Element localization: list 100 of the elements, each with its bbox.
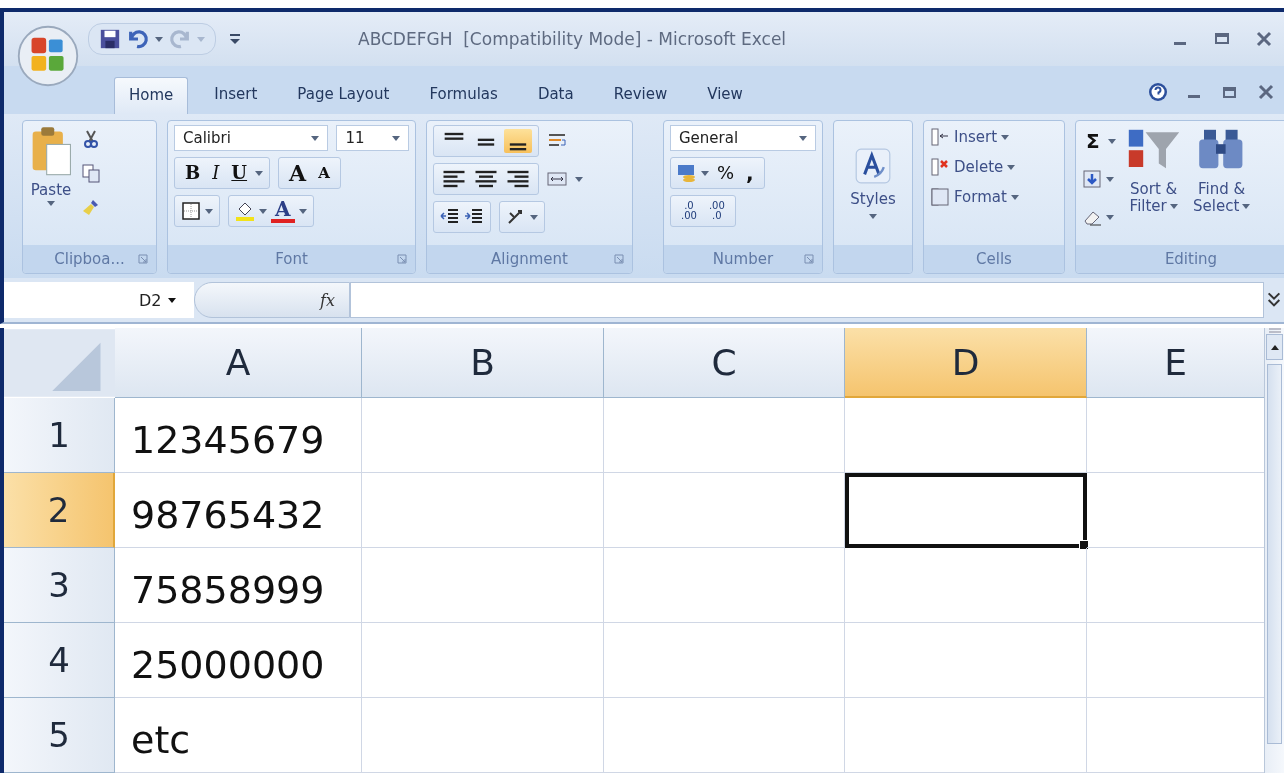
scroll-up-button[interactable] <box>1266 334 1283 360</box>
column-header[interactable]: D <box>845 328 1087 398</box>
group-label: Clipboa... <box>54 250 125 268</box>
split-handle-icon[interactable] <box>1267 328 1282 334</box>
decrease-decimal-button[interactable]: .00 .0 <box>704 201 729 221</box>
row-header[interactable]: 1 <box>4 398 115 473</box>
caret-icon[interactable] <box>1106 214 1114 220</box>
format-cells-icon <box>930 187 950 207</box>
caret-icon <box>47 201 55 206</box>
grow-font-button[interactable]: A <box>285 162 311 184</box>
group-label: Editing <box>1164 250 1218 268</box>
row-header[interactable]: 5 <box>4 698 115 773</box>
font-name-dropdown[interactable]: Calibri <box>174 125 329 151</box>
shrink-font-button[interactable]: A <box>314 165 334 181</box>
vertical-scrollbar[interactable] <box>1264 328 1284 773</box>
insert-function-button[interactable]: fx <box>194 282 350 318</box>
expand-icon[interactable] <box>1267 292 1281 308</box>
font-size-dropdown[interactable]: 11 <box>336 125 409 151</box>
find-select-button[interactable]: Find & Select <box>1191 125 1252 216</box>
cells-button[interactable]: Delete <box>930 157 1058 177</box>
row-header[interactable]: 3 <box>4 548 115 623</box>
caret-icon <box>1007 164 1016 170</box>
italic-button[interactable]: I <box>208 164 224 182</box>
fill-down-icon[interactable] <box>1082 169 1102 189</box>
brush-icon[interactable] <box>81 197 101 217</box>
percent-button[interactable]: % <box>713 164 739 182</box>
window-title: ABCDEFGH [Compatibility Mode] - Microsoft Excel <box>358 29 788 49</box>
table-cell: etc <box>115 698 362 773</box>
undo-icon[interactable] <box>127 28 149 50</box>
table-cell: 75858999 <box>115 548 362 623</box>
column-header[interactable]: C <box>604 328 845 398</box>
caret-icon[interactable] <box>701 170 709 176</box>
caret-icon <box>311 135 320 141</box>
fill-handle[interactable] <box>1079 540 1089 550</box>
caret-icon <box>799 135 807 141</box>
caret-icon <box>392 135 400 141</box>
caret-icon[interactable] <box>1107 138 1116 144</box>
comma-button[interactable]: , <box>742 163 758 183</box>
ribbon-tab[interactable]: Review <box>599 77 682 114</box>
bold-button[interactable]: B <box>181 164 205 182</box>
caret-icon <box>168 297 176 303</box>
column-header[interactable]: B <box>362 328 604 398</box>
group-label: Number <box>712 250 774 268</box>
insert-cells-icon <box>930 127 950 147</box>
caret-icon <box>869 213 877 219</box>
caret-icon[interactable] <box>205 208 213 214</box>
caret-icon <box>1169 204 1178 210</box>
formula-input[interactable] <box>350 282 1264 318</box>
column-header[interactable]: A <box>115 328 362 398</box>
close-icon[interactable] <box>1256 82 1276 102</box>
borders-icon[interactable] <box>181 201 201 221</box>
ribbon-tab[interactable]: Data <box>523 77 588 114</box>
caret-icon <box>1242 204 1251 210</box>
increase-decimal-button[interactable]: .0 .00 <box>677 201 701 221</box>
row-header[interactable]: 2 <box>4 473 115 548</box>
scroll-thumb[interactable] <box>1267 364 1282 744</box>
scissors-icon[interactable] <box>81 129 101 149</box>
caret-icon[interactable] <box>155 36 163 42</box>
group-label: Font <box>275 250 308 268</box>
caret-icon[interactable] <box>575 176 583 182</box>
ribbon-tab[interactable]: Formulas <box>415 77 512 114</box>
table-cell: 25000000 <box>115 623 362 698</box>
paste-button[interactable]: Paste <box>29 125 73 206</box>
caret-icon[interactable] <box>298 208 307 214</box>
arrow-up-icon <box>1270 344 1279 350</box>
underline-button[interactable]: U <box>227 164 252 182</box>
merge-cells-icon[interactable] <box>547 169 567 189</box>
cells-button[interactable]: Insert <box>930 127 1058 147</box>
save-icon[interactable] <box>99 28 121 50</box>
ribbon-tab[interactable]: Insert <box>200 77 272 114</box>
group-label: Alignment <box>491 250 568 268</box>
align-bottom-icon[interactable] <box>504 129 532 153</box>
row-header[interactable]: 4 <box>4 623 115 698</box>
autosum-button[interactable]: Σ <box>1082 131 1104 151</box>
caret-icon[interactable] <box>1106 176 1114 182</box>
customize-toolbar-icon[interactable] <box>230 33 240 45</box>
caret-icon[interactable] <box>259 208 267 214</box>
caret-icon <box>1010 194 1019 200</box>
styles-button[interactable]: Styles <box>850 147 896 219</box>
ribbon-tab[interactable]: View <box>693 77 757 114</box>
name-box[interactable]: D2 <box>4 282 194 318</box>
ribbon-tab[interactable]: Home <box>114 77 189 114</box>
caret-icon[interactable] <box>530 214 538 220</box>
group-label: Cells <box>976 250 1012 268</box>
help-icon[interactable] <box>1148 82 1168 102</box>
ribbon-tab[interactable]: Page Layout <box>283 77 404 114</box>
cells-button[interactable]: Format <box>930 187 1058 207</box>
sort-filter-button[interactable]: Sort & Filter <box>1123 125 1184 216</box>
styles-icon <box>855 147 891 184</box>
copy-icon[interactable] <box>81 163 101 183</box>
table-cell: 98765432 <box>115 473 362 548</box>
caret-icon[interactable] <box>255 170 264 176</box>
fill-color-icon[interactable] <box>235 201 255 221</box>
delete-cells-icon <box>930 157 950 177</box>
number-format-dropdown[interactable]: General <box>670 125 816 151</box>
currency-icon[interactable] <box>677 163 697 183</box>
caret-icon <box>1001 134 1010 140</box>
column-header[interactable]: E <box>1087 328 1264 398</box>
close-icon[interactable] <box>1254 29 1274 49</box>
table-cell: 12345679 <box>115 398 362 473</box>
